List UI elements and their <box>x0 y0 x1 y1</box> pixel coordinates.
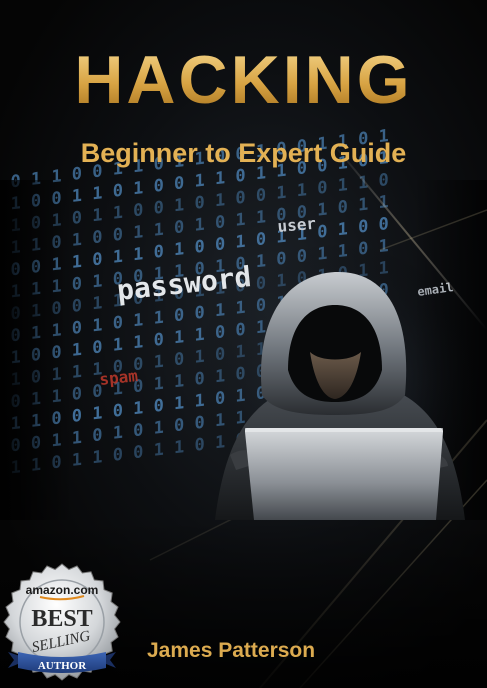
hacker-figure <box>190 240 487 520</box>
badge-brand: amazon.com <box>26 583 99 597</box>
user-word: user <box>277 214 317 236</box>
book-subtitle: Beginner to Expert Guide <box>80 138 407 168</box>
book-cover: 1 0 1 1 0 0 1 1 0 1 1 0 0 1 0 0 1 1 0 10… <box>0 0 487 688</box>
best-selling-author-badge: amazon.com BEST SELLING AUTHOR <box>3 563 121 681</box>
badge-best: BEST <box>31 606 92 632</box>
badge-ribbon-author: AUTHOR <box>38 660 87 672</box>
spam-word: spam <box>98 366 139 389</box>
book-title: HACKING <box>0 46 487 114</box>
book-author: James Patterson <box>147 639 316 662</box>
